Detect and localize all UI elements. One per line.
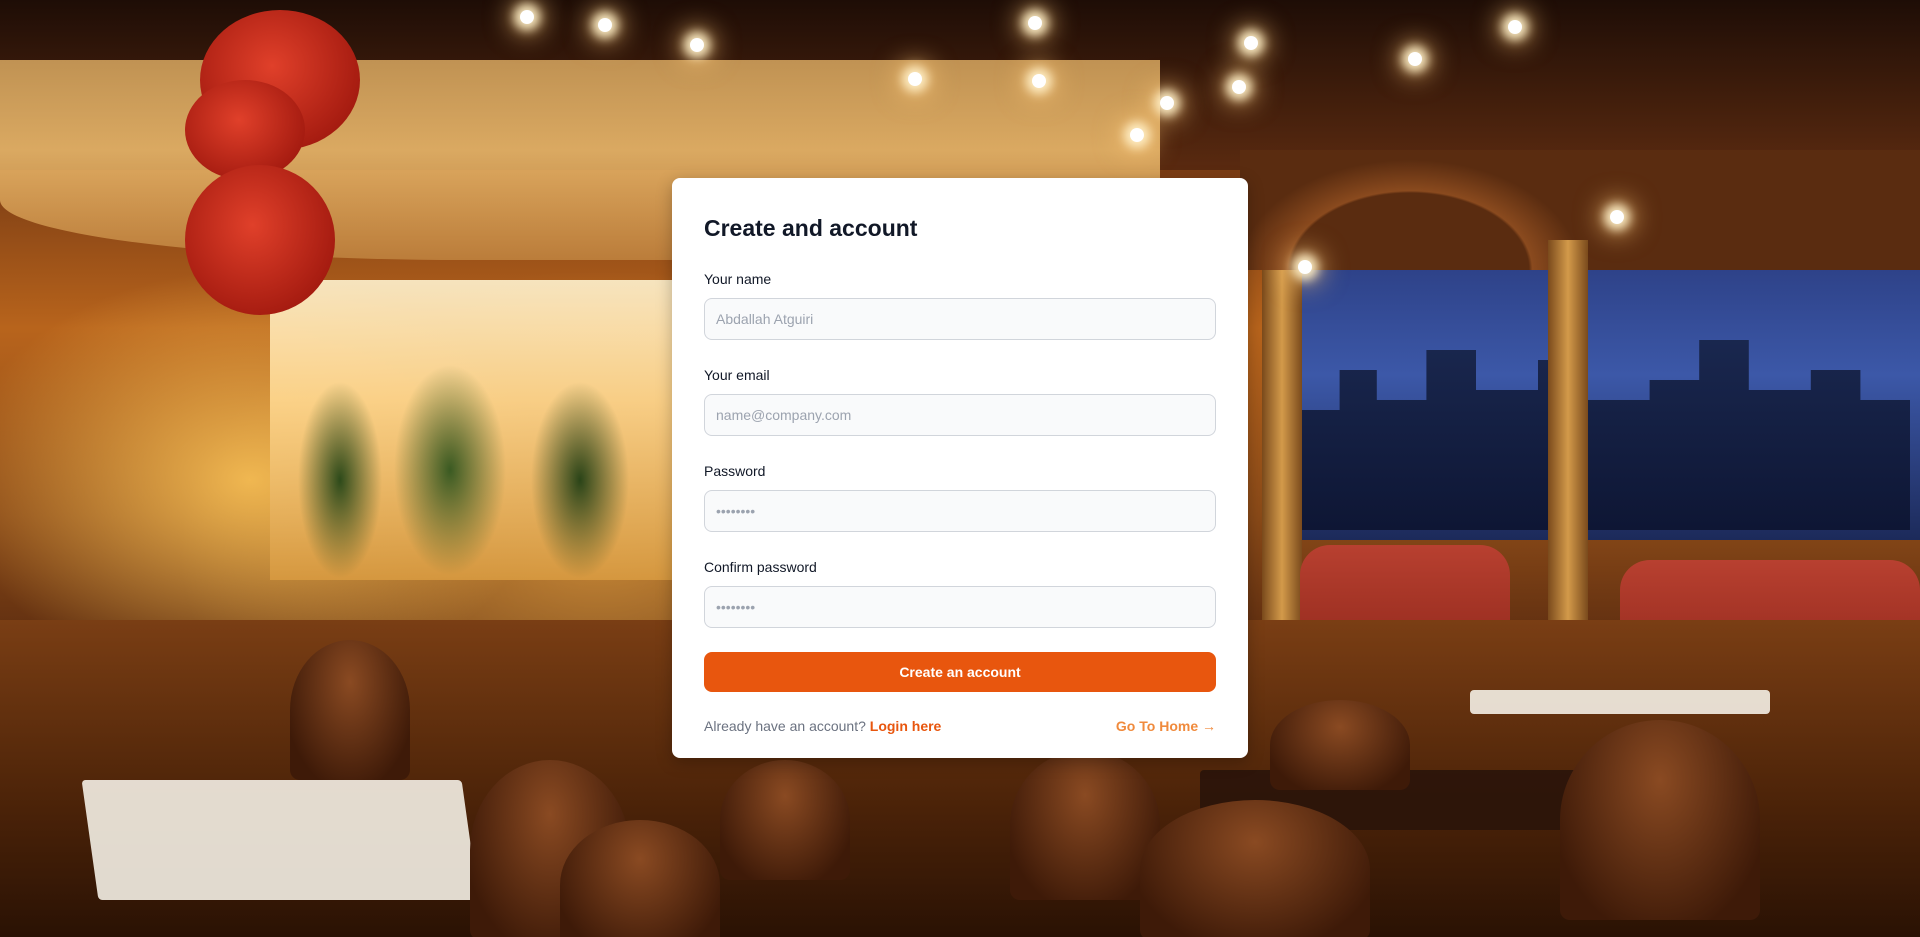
ceiling-light <box>1160 96 1174 110</box>
chair <box>1560 720 1760 920</box>
pillar <box>1262 270 1302 620</box>
plants <box>280 330 660 630</box>
ceiling-light <box>1508 20 1522 34</box>
create-account-button[interactable]: Create an account <box>704 652 1216 692</box>
email-label: Your email <box>704 367 770 383</box>
already-account-text: Already have an account? <box>704 718 866 734</box>
form-title: Create and account <box>704 215 918 241</box>
ceiling-light <box>690 38 704 52</box>
password-label: Password <box>704 463 766 479</box>
confirm-password-input[interactable] <box>704 586 1216 628</box>
chair <box>1140 800 1370 937</box>
login-prompt: Already have an account? Login here <box>704 718 941 734</box>
ceiling-light <box>1032 74 1046 88</box>
pillar <box>1548 240 1588 620</box>
password-input[interactable] <box>704 490 1216 532</box>
email-field-group: Your email <box>704 366 1216 436</box>
confirm-password-label: Confirm password <box>704 559 817 575</box>
form-footer: Already have an account? Login here Go T… <box>704 718 1216 734</box>
ceiling-light <box>1130 128 1144 142</box>
red-lantern <box>185 165 335 315</box>
name-input[interactable] <box>704 298 1216 340</box>
dining-table <box>81 780 479 900</box>
ceiling-light <box>1408 52 1422 66</box>
go-home-link[interactable]: Go To Home → <box>1116 718 1216 734</box>
ceiling-light <box>1232 80 1246 94</box>
signup-card: Create and account Your name Your email … <box>672 178 1248 758</box>
ceiling-light <box>1298 260 1312 274</box>
chair <box>1270 700 1410 790</box>
chair <box>720 760 850 880</box>
ceiling-light <box>1028 16 1042 30</box>
ceiling-light <box>598 18 612 32</box>
name-field-group: Your name <box>704 270 1216 340</box>
red-lantern <box>185 80 305 180</box>
confirm-password-field-group: Confirm password <box>704 558 1216 628</box>
email-input[interactable] <box>704 394 1216 436</box>
ceiling-light <box>1610 210 1624 224</box>
ceiling-light <box>908 72 922 86</box>
login-link[interactable]: Login here <box>870 718 942 734</box>
chair <box>1010 750 1160 900</box>
chair <box>290 640 410 780</box>
ceiling-light <box>520 10 534 24</box>
name-label: Your name <box>704 271 772 287</box>
password-field-group: Password <box>704 462 1216 532</box>
ceiling-light <box>1244 36 1258 50</box>
dining-table <box>1470 690 1770 714</box>
